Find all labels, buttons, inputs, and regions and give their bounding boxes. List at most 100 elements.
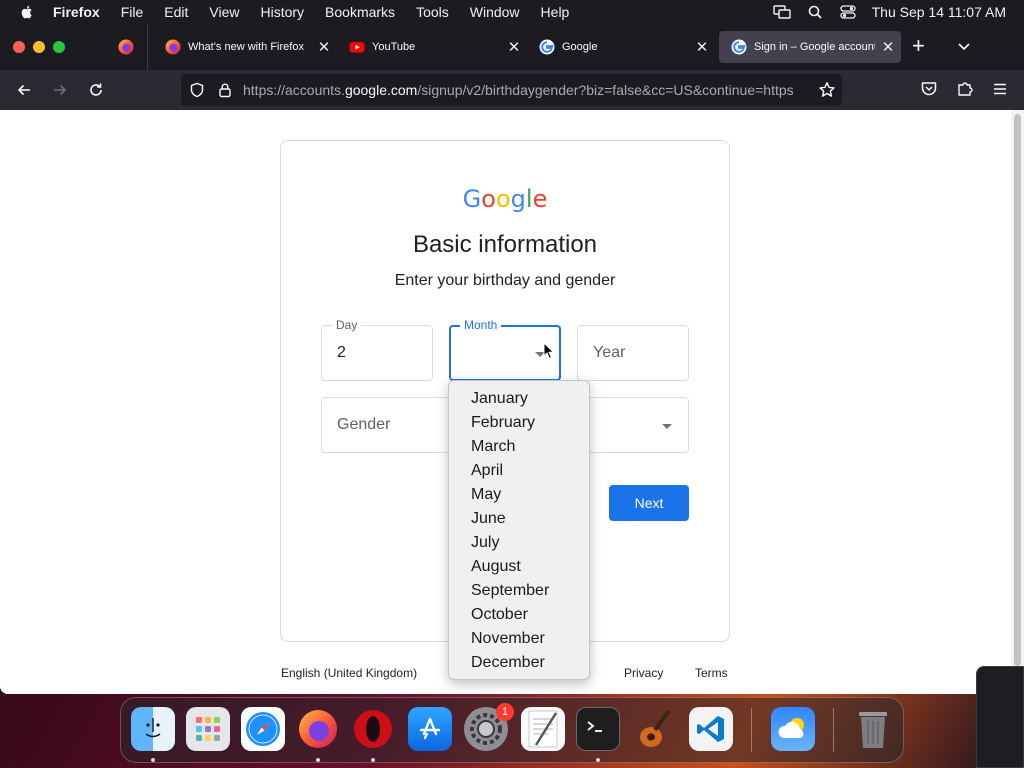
language-selector[interactable]: English (United Kingdom) — [281, 666, 417, 680]
pinned-tab-firefox[interactable] — [104, 24, 148, 70]
year-placeholder: Year — [593, 344, 626, 361]
menu-view[interactable]: View — [209, 4, 239, 20]
month-label: Month — [460, 318, 502, 332]
dock-separator — [833, 708, 834, 752]
menu-bar: Firefox File Edit View History Bookmarks… — [0, 0, 1024, 24]
close-window-button[interactable] — [13, 41, 25, 53]
vscode-icon[interactable] — [689, 707, 733, 751]
pocket-icon[interactable] — [920, 80, 938, 98]
day-label: Day — [332, 318, 362, 332]
footer-privacy-link[interactable]: Privacy — [624, 666, 663, 680]
url-bar[interactable]: https://accounts.google.com/signup/v2/bi… — [181, 74, 842, 106]
close-tab-icon[interactable]: ✕ — [501, 38, 527, 56]
month-option-march[interactable]: March — [471, 438, 515, 456]
month-option-june[interactable]: June — [471, 510, 506, 528]
gender-placeholder: Gender — [337, 416, 391, 433]
day-value: 2 — [337, 344, 346, 361]
trash-icon[interactable] — [851, 707, 895, 751]
month-option-august[interactable]: August — [471, 558, 521, 576]
app-store-icon[interactable] — [408, 707, 452, 751]
running-indicator — [316, 758, 320, 762]
control-center-icon[interactable] — [839, 3, 857, 21]
tab-title: Google — [562, 41, 598, 53]
hamburger-menu-icon[interactable] — [992, 80, 1008, 98]
chevron-down-icon — [662, 424, 672, 429]
side-panel — [976, 666, 1024, 768]
reload-icon[interactable] — [86, 80, 106, 100]
tab-title: YouTube — [372, 41, 416, 53]
firefox-icon[interactable] — [296, 707, 340, 751]
textedit-icon[interactable] — [521, 707, 565, 751]
spotlight-search-icon[interactable] — [806, 3, 824, 21]
month-option-september[interactable]: September — [471, 582, 549, 600]
firefox-icon — [118, 39, 133, 55]
menu-clock[interactable]: Thu Sep 14 11:07 AM — [872, 4, 1006, 20]
launchpad-icon[interactable] — [186, 707, 230, 751]
running-indicator — [151, 758, 155, 762]
weather-icon[interactable] — [771, 707, 815, 751]
scrollbar-thumb[interactable] — [1014, 114, 1021, 666]
page-title: Basic information — [412, 231, 598, 258]
terminal-icon[interactable] — [576, 707, 620, 751]
month-option-october[interactable]: October — [471, 606, 528, 624]
next-button[interactable]: Next — [609, 485, 689, 521]
running-indicator — [596, 758, 600, 762]
minimize-window-button[interactable] — [33, 41, 45, 53]
finder-icon[interactable] — [131, 707, 175, 751]
list-all-tabs-chevron-icon[interactable] — [956, 38, 972, 54]
navigation-toolbar: https://accounts.google.com/signup/v2/bi… — [0, 70, 1024, 110]
url-prefix: https://accounts. — [243, 82, 345, 98]
screen-mirroring-icon[interactable] — [772, 3, 791, 21]
mouse-cursor-icon — [543, 342, 555, 360]
month-option-december[interactable]: December — [471, 654, 545, 672]
close-tab-icon[interactable]: ✕ — [311, 38, 337, 56]
menu-file[interactable]: File — [121, 4, 144, 20]
month-option-april[interactable]: April — [471, 462, 503, 480]
window-controls — [13, 41, 73, 53]
tab-youtube[interactable]: YouTube ✕ — [337, 31, 527, 63]
dock-separator — [751, 708, 752, 752]
close-tab-icon[interactable]: ✕ — [875, 38, 901, 56]
footer-terms-link[interactable]: Terms — [695, 666, 728, 680]
bookmark-star-icon[interactable] — [818, 81, 836, 99]
page-subtitle: Enter your birthday and gender — [394, 272, 616, 289]
menu-help[interactable]: Help — [541, 4, 570, 20]
garageband-icon[interactable] — [632, 707, 676, 751]
firefox-icon — [165, 39, 181, 55]
month-option-january[interactable]: January — [471, 390, 528, 408]
url-domain: google.com — [344, 82, 418, 98]
month-option-july[interactable]: July — [471, 534, 499, 552]
forward-arrow-icon[interactable] — [50, 80, 70, 100]
apple-icon[interactable] — [19, 4, 35, 20]
zoom-window-button[interactable] — [53, 41, 65, 53]
google-logo: Google — [462, 185, 548, 213]
new-tab-plus-icon[interactable]: + — [912, 35, 925, 57]
extensions-puzzle-icon[interactable] — [956, 80, 974, 98]
year-field[interactable]: Year — [577, 325, 689, 381]
day-field[interactable]: Day 2 — [321, 318, 433, 381]
back-arrow-icon[interactable] — [14, 80, 34, 100]
month-option-february[interactable]: February — [471, 414, 535, 432]
running-indicator — [371, 758, 375, 762]
tab-title: What’s new with Firefox — [188, 41, 304, 53]
tab-strip: What’s new with Firefox ✕ YouTube ✕ Goog… — [0, 24, 1024, 70]
close-tab-icon[interactable]: ✕ — [689, 38, 715, 56]
lock-icon[interactable] — [217, 82, 233, 98]
tab-sign-in-google[interactable]: Sign in – Google accounts ✕ — [719, 31, 901, 63]
menu-tools[interactable]: Tools — [416, 4, 449, 20]
menu-window[interactable]: Window — [470, 4, 520, 20]
tab-title: Sign in – Google accounts — [754, 41, 875, 53]
tab-google[interactable]: Google ✕ — [527, 31, 715, 63]
menu-app-name[interactable]: Firefox — [53, 4, 100, 20]
tracking-protection-shield-icon[interactable] — [189, 82, 205, 98]
google-icon — [731, 39, 747, 55]
youtube-icon — [349, 42, 365, 53]
month-option-november[interactable]: November — [471, 630, 545, 648]
opera-icon[interactable] — [351, 707, 395, 751]
tab-whats-new[interactable]: What’s new with Firefox ✕ — [153, 31, 337, 63]
safari-icon[interactable] — [241, 707, 285, 751]
menu-history[interactable]: History — [260, 4, 304, 20]
menu-edit[interactable]: Edit — [164, 4, 188, 20]
menu-bookmarks[interactable]: Bookmarks — [325, 4, 395, 20]
month-option-may[interactable]: May — [471, 486, 501, 504]
